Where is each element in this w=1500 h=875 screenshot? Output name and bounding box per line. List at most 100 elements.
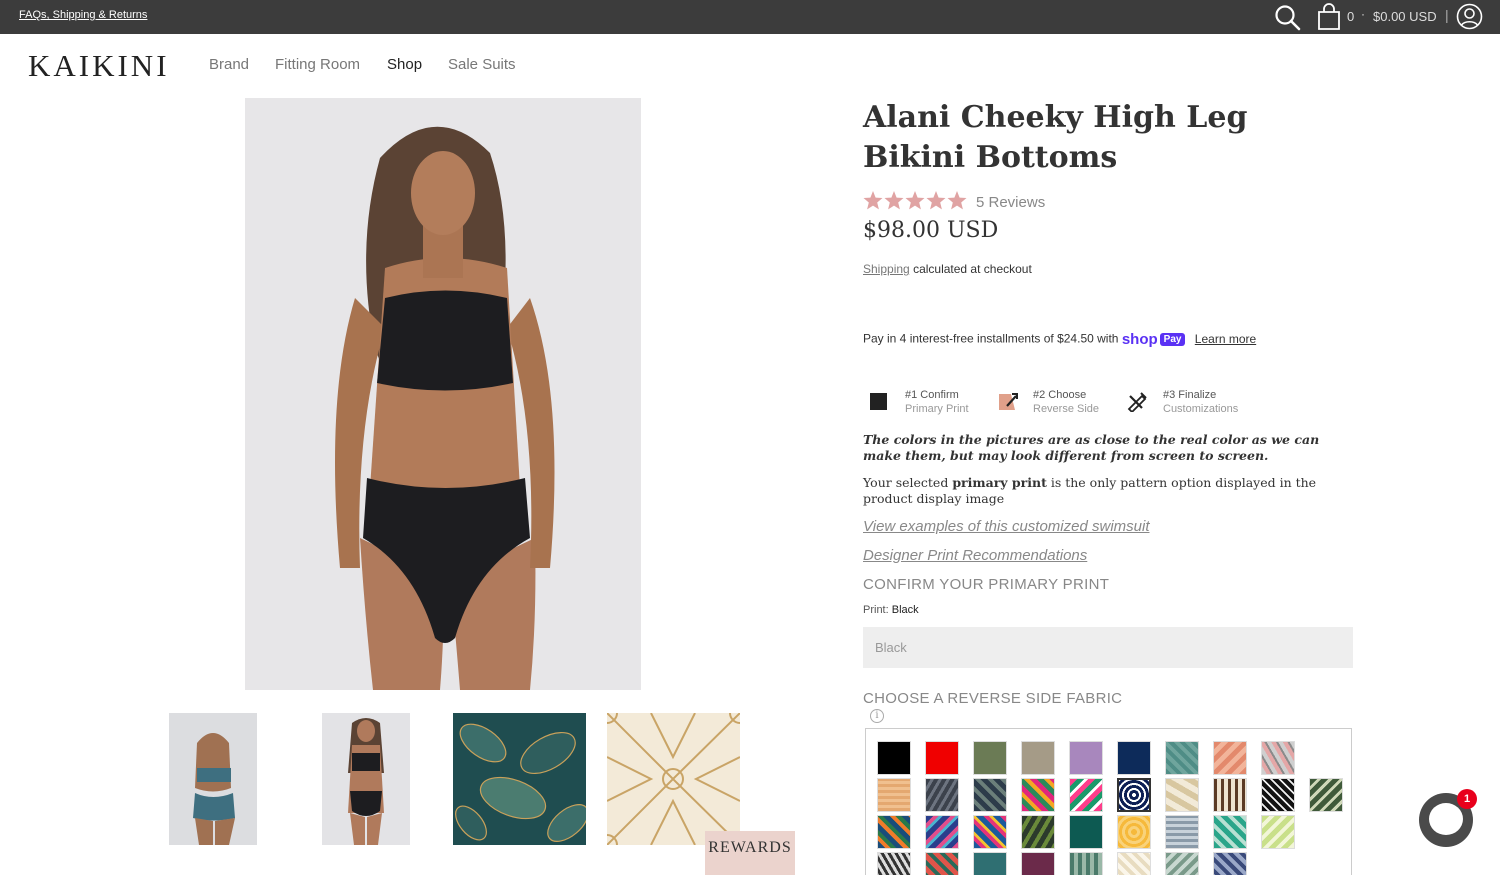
primary-print-select[interactable]: Black bbox=[863, 627, 1353, 668]
chat-widget-button[interactable]: 1 bbox=[1419, 789, 1477, 847]
view-examples-link[interactable]: View examples of this customized swimsui… bbox=[863, 518, 1150, 535]
print-label-key: Print: bbox=[863, 604, 889, 616]
star-icon bbox=[926, 191, 946, 210]
swatch-cream-geo[interactable] bbox=[1117, 852, 1151, 875]
shipping-note: Shipping calculated at checkout bbox=[863, 262, 1032, 276]
swatch-lime-leaf[interactable] bbox=[1261, 815, 1295, 849]
shipping-link[interactable]: Shipping bbox=[863, 262, 910, 276]
swatch-red[interactable] bbox=[925, 741, 959, 775]
swatch-aqua-print[interactable] bbox=[1213, 815, 1247, 849]
cart-separator: · bbox=[1361, 7, 1365, 21]
shopping-bag-icon[interactable] bbox=[1316, 3, 1342, 31]
swatch-teal-texture[interactable] bbox=[1165, 741, 1199, 775]
swatch-tan-wood[interactable] bbox=[877, 778, 911, 812]
product-price: $98.00 USD bbox=[863, 218, 999, 243]
thumbnail-leaf-print[interactable] bbox=[453, 713, 586, 845]
swatch-zebra[interactable] bbox=[877, 852, 911, 875]
swatch-black-palm[interactable] bbox=[1261, 778, 1295, 812]
swatch-floral-bright[interactable] bbox=[1069, 778, 1103, 812]
shop-pay-logo: shop Pay bbox=[1122, 331, 1186, 348]
step-confirm-title: #1 Confirm bbox=[905, 389, 959, 401]
step-confirm: #1 Confirm Primary Print bbox=[905, 388, 969, 416]
swatch-olive[interactable] bbox=[973, 741, 1007, 775]
primary-print-note-pre: Your selected bbox=[863, 475, 949, 490]
step-choose: #2 Choose Reverse Side bbox=[1033, 388, 1099, 416]
swatch-tropical[interactable] bbox=[1021, 778, 1055, 812]
step-finalize-sub: Customizations bbox=[1163, 403, 1239, 415]
top-bar: FAQs, Shipping & Returns 0 · $0.00 USD | bbox=[0, 0, 1500, 34]
swatch-indigo-print[interactable] bbox=[1213, 852, 1247, 875]
star-icon bbox=[863, 191, 883, 210]
product-title: Alani Cheeky High Leg Bikini Bottoms bbox=[863, 100, 1248, 175]
reverse-fabric-icon bbox=[999, 393, 1018, 410]
swatch-sand-marble[interactable] bbox=[1165, 778, 1199, 812]
shop-pay-box: Pay bbox=[1159, 333, 1186, 346]
step-choose-title: #2 Choose bbox=[1033, 389, 1087, 401]
thumbnail-geometric-print[interactable] bbox=[607, 713, 740, 845]
chat-bubble-icon bbox=[1429, 803, 1463, 835]
main-product-image[interactable] bbox=[245, 98, 641, 690]
cart-total[interactable]: $0.00 USD bbox=[1373, 9, 1437, 24]
nav-brand[interactable]: Brand bbox=[209, 56, 249, 73]
swatch-tribal[interactable] bbox=[1213, 778, 1247, 812]
star-icon bbox=[947, 191, 967, 210]
shop-pay-installments: Pay in 4 interest-free installments of $… bbox=[863, 331, 1256, 348]
star-icon bbox=[905, 191, 925, 210]
reviews-link[interactable]: 5 Reviews bbox=[976, 194, 1045, 211]
swatch-lavender[interactable] bbox=[1069, 741, 1103, 775]
account-icon[interactable] bbox=[1456, 3, 1483, 30]
primary-print-note: Your selected primary print is the only … bbox=[863, 475, 1343, 507]
step-choose-sub: Reverse Side bbox=[1033, 403, 1100, 415]
nav-shop[interactable]: Shop bbox=[387, 56, 422, 73]
chat-notification-badge: 1 bbox=[1457, 789, 1477, 809]
step-finalize-title: #3 Finalize bbox=[1163, 389, 1217, 401]
swatch-grey-wave[interactable] bbox=[1165, 815, 1199, 849]
rewards-button[interactable]: REWARDS bbox=[705, 831, 795, 875]
step-confirm-sub: Primary Print bbox=[905, 403, 969, 415]
primary-print-note-bold: primary print bbox=[952, 475, 1047, 490]
search-icon[interactable] bbox=[1273, 3, 1301, 31]
swatch-dark-jungle[interactable] bbox=[1021, 815, 1055, 849]
black-square-icon bbox=[870, 393, 887, 410]
swatch-red-floral[interactable] bbox=[925, 852, 959, 875]
swatch-emerald[interactable] bbox=[1069, 815, 1103, 849]
swatch-floral-blue[interactable] bbox=[973, 815, 1007, 849]
swatch-navy[interactable] bbox=[1117, 741, 1151, 775]
shop-pay-word: shop bbox=[1121, 331, 1158, 348]
learn-more-link[interactable]: Learn more bbox=[1195, 332, 1256, 346]
color-disclaimer: The colors in the pictures are as close … bbox=[863, 432, 1320, 463]
pencil-ruler-icon bbox=[1127, 392, 1147, 412]
swatch-taupe[interactable] bbox=[1021, 741, 1055, 775]
swatch-mint-leaf[interactable] bbox=[1165, 852, 1199, 875]
cart-count[interactable]: 0 bbox=[1347, 9, 1354, 24]
topbar-divider: | bbox=[1445, 7, 1449, 23]
swatch-navy-dots[interactable] bbox=[1117, 778, 1151, 812]
swatch-deep-teal[interactable] bbox=[973, 852, 1007, 875]
designer-print-link[interactable]: Designer Print Recommendations bbox=[863, 547, 1087, 564]
thumbnail-back-view[interactable] bbox=[169, 713, 257, 845]
swatch-blue-tropical[interactable] bbox=[925, 815, 959, 849]
info-icon[interactable]: i bbox=[870, 709, 884, 723]
swatch-black[interactable] bbox=[877, 741, 911, 775]
swatch-slate-print[interactable] bbox=[973, 778, 1007, 812]
swatch-yellow-print[interactable] bbox=[1117, 815, 1151, 849]
thumbnail-front-view[interactable] bbox=[322, 713, 410, 845]
swatch-bird-of-paradise[interactable] bbox=[877, 815, 911, 849]
reverse-fabric-heading: CHOOSE A REVERSE SIDE FABRIC bbox=[863, 690, 1123, 707]
nav-sale-suits[interactable]: Sale Suits bbox=[448, 56, 516, 73]
swatch-charcoal-leaf[interactable] bbox=[925, 778, 959, 812]
swatch-sage-print[interactable] bbox=[1069, 852, 1103, 875]
swatch-pink-leaf[interactable] bbox=[1261, 741, 1295, 775]
nav-fitting-room[interactable]: Fitting Room bbox=[275, 56, 360, 73]
swatch-green-palm[interactable] bbox=[1309, 778, 1343, 812]
star-icon bbox=[884, 191, 904, 210]
swatch-coral-print[interactable] bbox=[1213, 741, 1247, 775]
swatch-plum[interactable] bbox=[1021, 852, 1055, 875]
print-label: Print: Black bbox=[863, 604, 919, 616]
primary-print-heading: CONFIRM YOUR PRIMARY PRINT bbox=[863, 576, 1110, 593]
brand-logo[interactable]: KAIKINI bbox=[28, 48, 170, 84]
installments-text: Pay in 4 interest-free installments of $… bbox=[863, 331, 1119, 346]
faq-shipping-returns-link[interactable]: FAQs, Shipping & Returns bbox=[19, 9, 147, 21]
rating-stars[interactable] bbox=[863, 190, 969, 212]
print-label-value: Black bbox=[891, 604, 919, 616]
